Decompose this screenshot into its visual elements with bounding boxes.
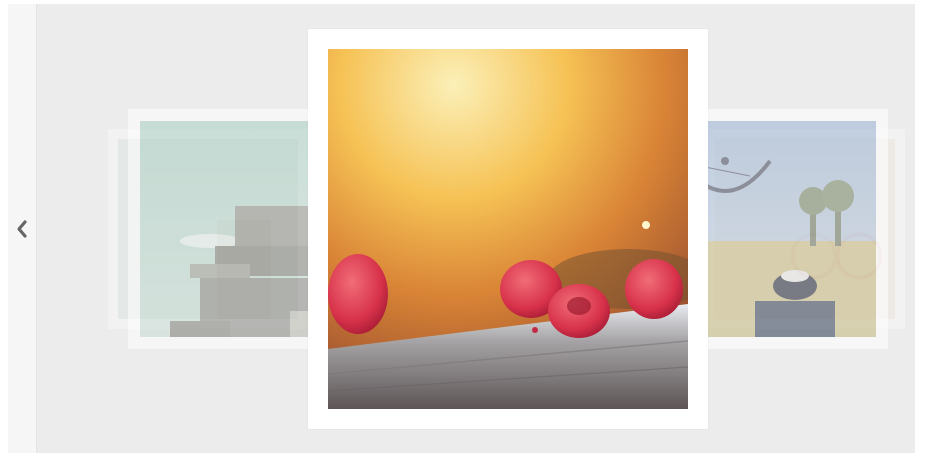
chevron-left-icon <box>17 220 27 238</box>
previous-button[interactable] <box>8 4 37 453</box>
carousel <box>8 4 915 453</box>
carousel-slide-center[interactable] <box>308 29 708 429</box>
slide-image <box>328 49 688 409</box>
